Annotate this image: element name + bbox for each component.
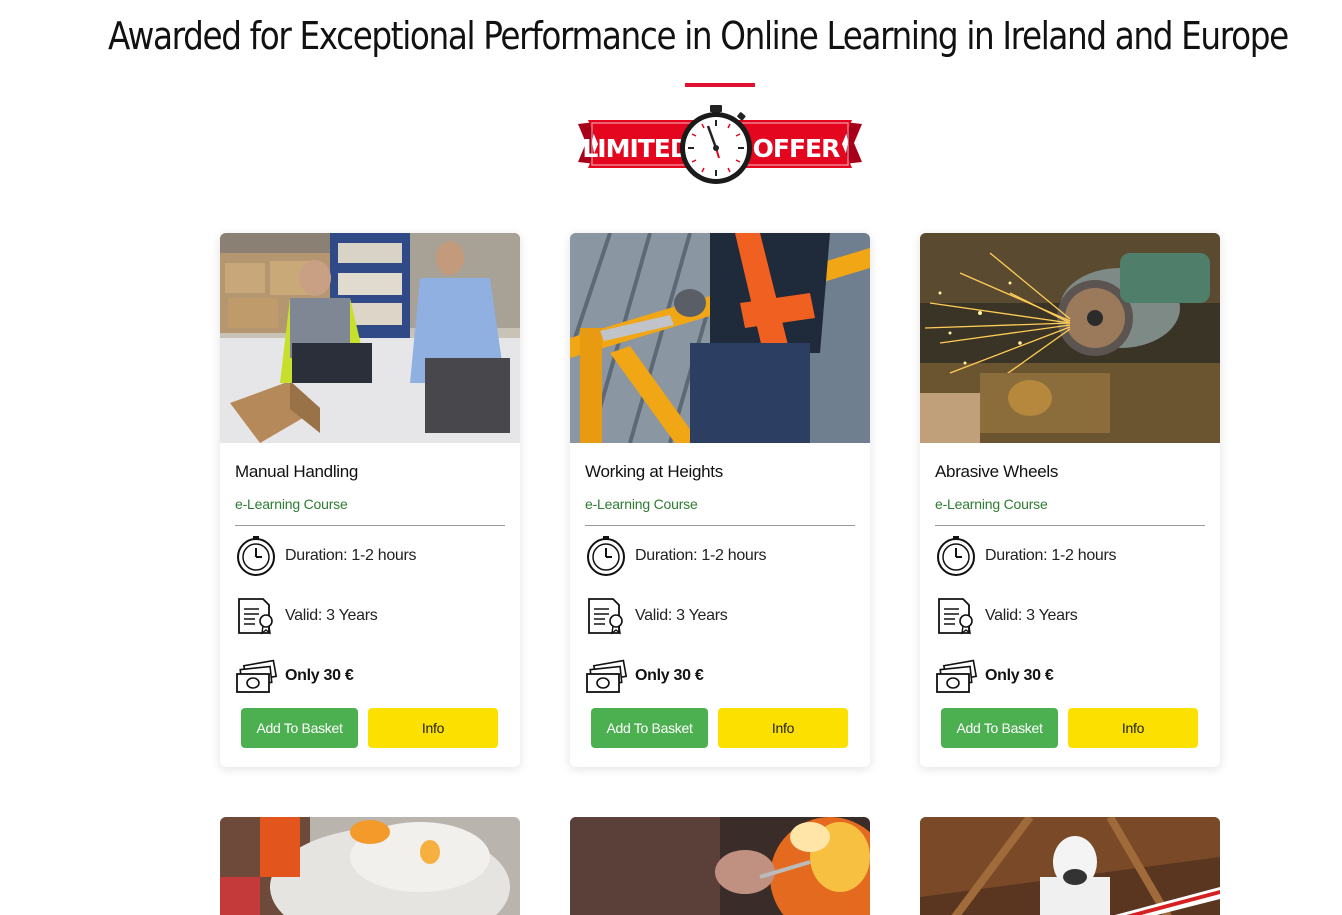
money-icon <box>936 659 977 693</box>
asbestos-photo <box>920 817 1220 915</box>
stopwatch-icon <box>587 536 625 576</box>
badge-offer-text: OFFER <box>753 134 840 163</box>
card-actions: Add To Basket Info <box>585 708 855 748</box>
duration-text: Duration: 1-2 hours <box>985 547 1117 564</box>
money-icon <box>586 659 627 693</box>
page-headline: Awarded for Exceptional Performance in O… <box>108 14 1289 58</box>
add-to-basket-button[interactable]: Add To Basket <box>941 708 1058 748</box>
course-card-working-at-heights: Working at Heights e-Learning Course Dur… <box>570 233 870 767</box>
add-to-basket-button[interactable]: Add To Basket <box>591 708 708 748</box>
working-at-heights-photo <box>570 233 870 443</box>
headline-divider <box>685 83 755 87</box>
course-card-abrasive-wheels: Abrasive Wheels e-Learning Course Durati… <box>920 233 1220 767</box>
price-text: Only 30 € <box>985 667 1054 684</box>
manual-handling-photo <box>220 233 520 443</box>
page: Awarded for Exceptional Performance in O… <box>0 0 1342 915</box>
certificate-icon <box>588 598 623 635</box>
info-button[interactable]: Info <box>718 708 848 748</box>
stopwatch-icon <box>680 105 752 184</box>
certificate-icon <box>938 598 973 635</box>
course-type-label: e-Learning Course <box>935 496 1048 512</box>
validity-row: Valid: 3 Years <box>585 586 855 646</box>
badge-limited-text: LIMITED <box>582 134 690 163</box>
course-card-asbestos-preview <box>920 817 1220 915</box>
course-title: Working at Heights <box>585 462 723 481</box>
duration-text: Duration: 1-2 hours <box>285 547 417 564</box>
card-actions: Add To Basket Info <box>235 708 505 748</box>
price-row: Only 30 € <box>235 646 505 706</box>
validity-row: Valid: 3 Years <box>935 586 1205 646</box>
course-card-fire-safety-preview <box>220 817 520 915</box>
card-actions: Add To Basket Info <box>935 708 1205 748</box>
duration-row: Duration: 1-2 hours <box>235 526 505 586</box>
duration-row: Duration: 1-2 hours <box>585 526 855 586</box>
course-card-hot-works-preview <box>570 817 870 915</box>
stopwatch-icon <box>937 536 975 576</box>
hot-works-photo <box>570 817 870 915</box>
money-icon <box>236 659 277 693</box>
duration-row: Duration: 1-2 hours <box>935 526 1205 586</box>
certificate-icon <box>238 598 273 635</box>
validity-row: Valid: 3 Years <box>235 586 505 646</box>
course-title: Manual Handling <box>235 462 359 481</box>
price-row: Only 30 € <box>935 646 1205 706</box>
info-button[interactable]: Info <box>1068 708 1198 748</box>
price-text: Only 30 € <box>285 667 354 684</box>
validity-text: Valid: 3 Years <box>985 607 1078 624</box>
stopwatch-icon <box>237 536 275 576</box>
validity-text: Valid: 3 Years <box>635 607 728 624</box>
course-card-manual-handling: Manual Handling e-Learning Course Durati… <box>220 233 520 767</box>
fire-extinguisher-photo <box>220 817 520 915</box>
add-to-basket-button[interactable]: Add To Basket <box>241 708 358 748</box>
limited-offer-badge: LIMITED OFFER <box>578 105 862 184</box>
validity-text: Valid: 3 Years <box>285 607 378 624</box>
abrasive-wheels-photo <box>920 233 1220 443</box>
course-title: Abrasive Wheels <box>935 462 1059 481</box>
price-row: Only 30 € <box>585 646 855 706</box>
course-type-label: e-Learning Course <box>235 496 348 512</box>
duration-text: Duration: 1-2 hours <box>635 547 767 564</box>
price-text: Only 30 € <box>635 667 704 684</box>
course-type-label: e-Learning Course <box>585 496 698 512</box>
info-button[interactable]: Info <box>368 708 498 748</box>
